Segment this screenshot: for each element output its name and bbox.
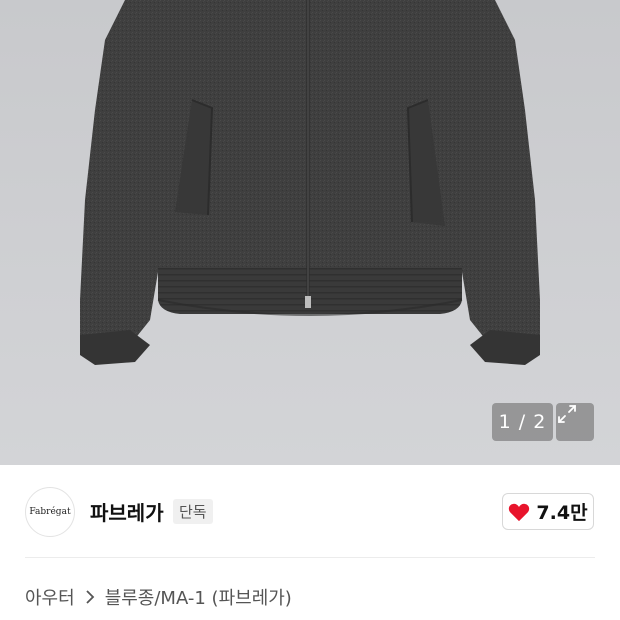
product-image[interactable]: 1 / 2 [0,0,620,465]
brand-name[interactable]: 파브레가 [90,497,164,526]
jacket-illustration [80,0,540,365]
page-indicator-text: 1 / 2 [498,411,547,433]
breadcrumb: 아우터 블루종/MA-1 (파브레가) [25,584,292,610]
breadcrumb-category[interactable]: 아우터 [25,584,75,610]
heart-icon [509,503,530,521]
like-button[interactable]: 7.4만 [502,493,594,530]
brand-logo-text: Fabrégat [29,507,71,517]
expand-button[interactable] [556,403,594,441]
divider [25,557,595,558]
expand-icon [558,405,576,423]
page-indicator: 1 / 2 [492,403,553,441]
exclusive-badge: 단독 [173,499,213,524]
like-count: 7.4만 [536,502,588,524]
brand-logo[interactable]: Fabrégat [25,487,75,537]
breadcrumb-subcategory[interactable]: 블루종/MA-1 (파브레가) [105,584,292,610]
chevron-right-icon [85,589,95,605]
brand-row: Fabrégat 파브레가 단독 7.4만 [0,465,620,559]
